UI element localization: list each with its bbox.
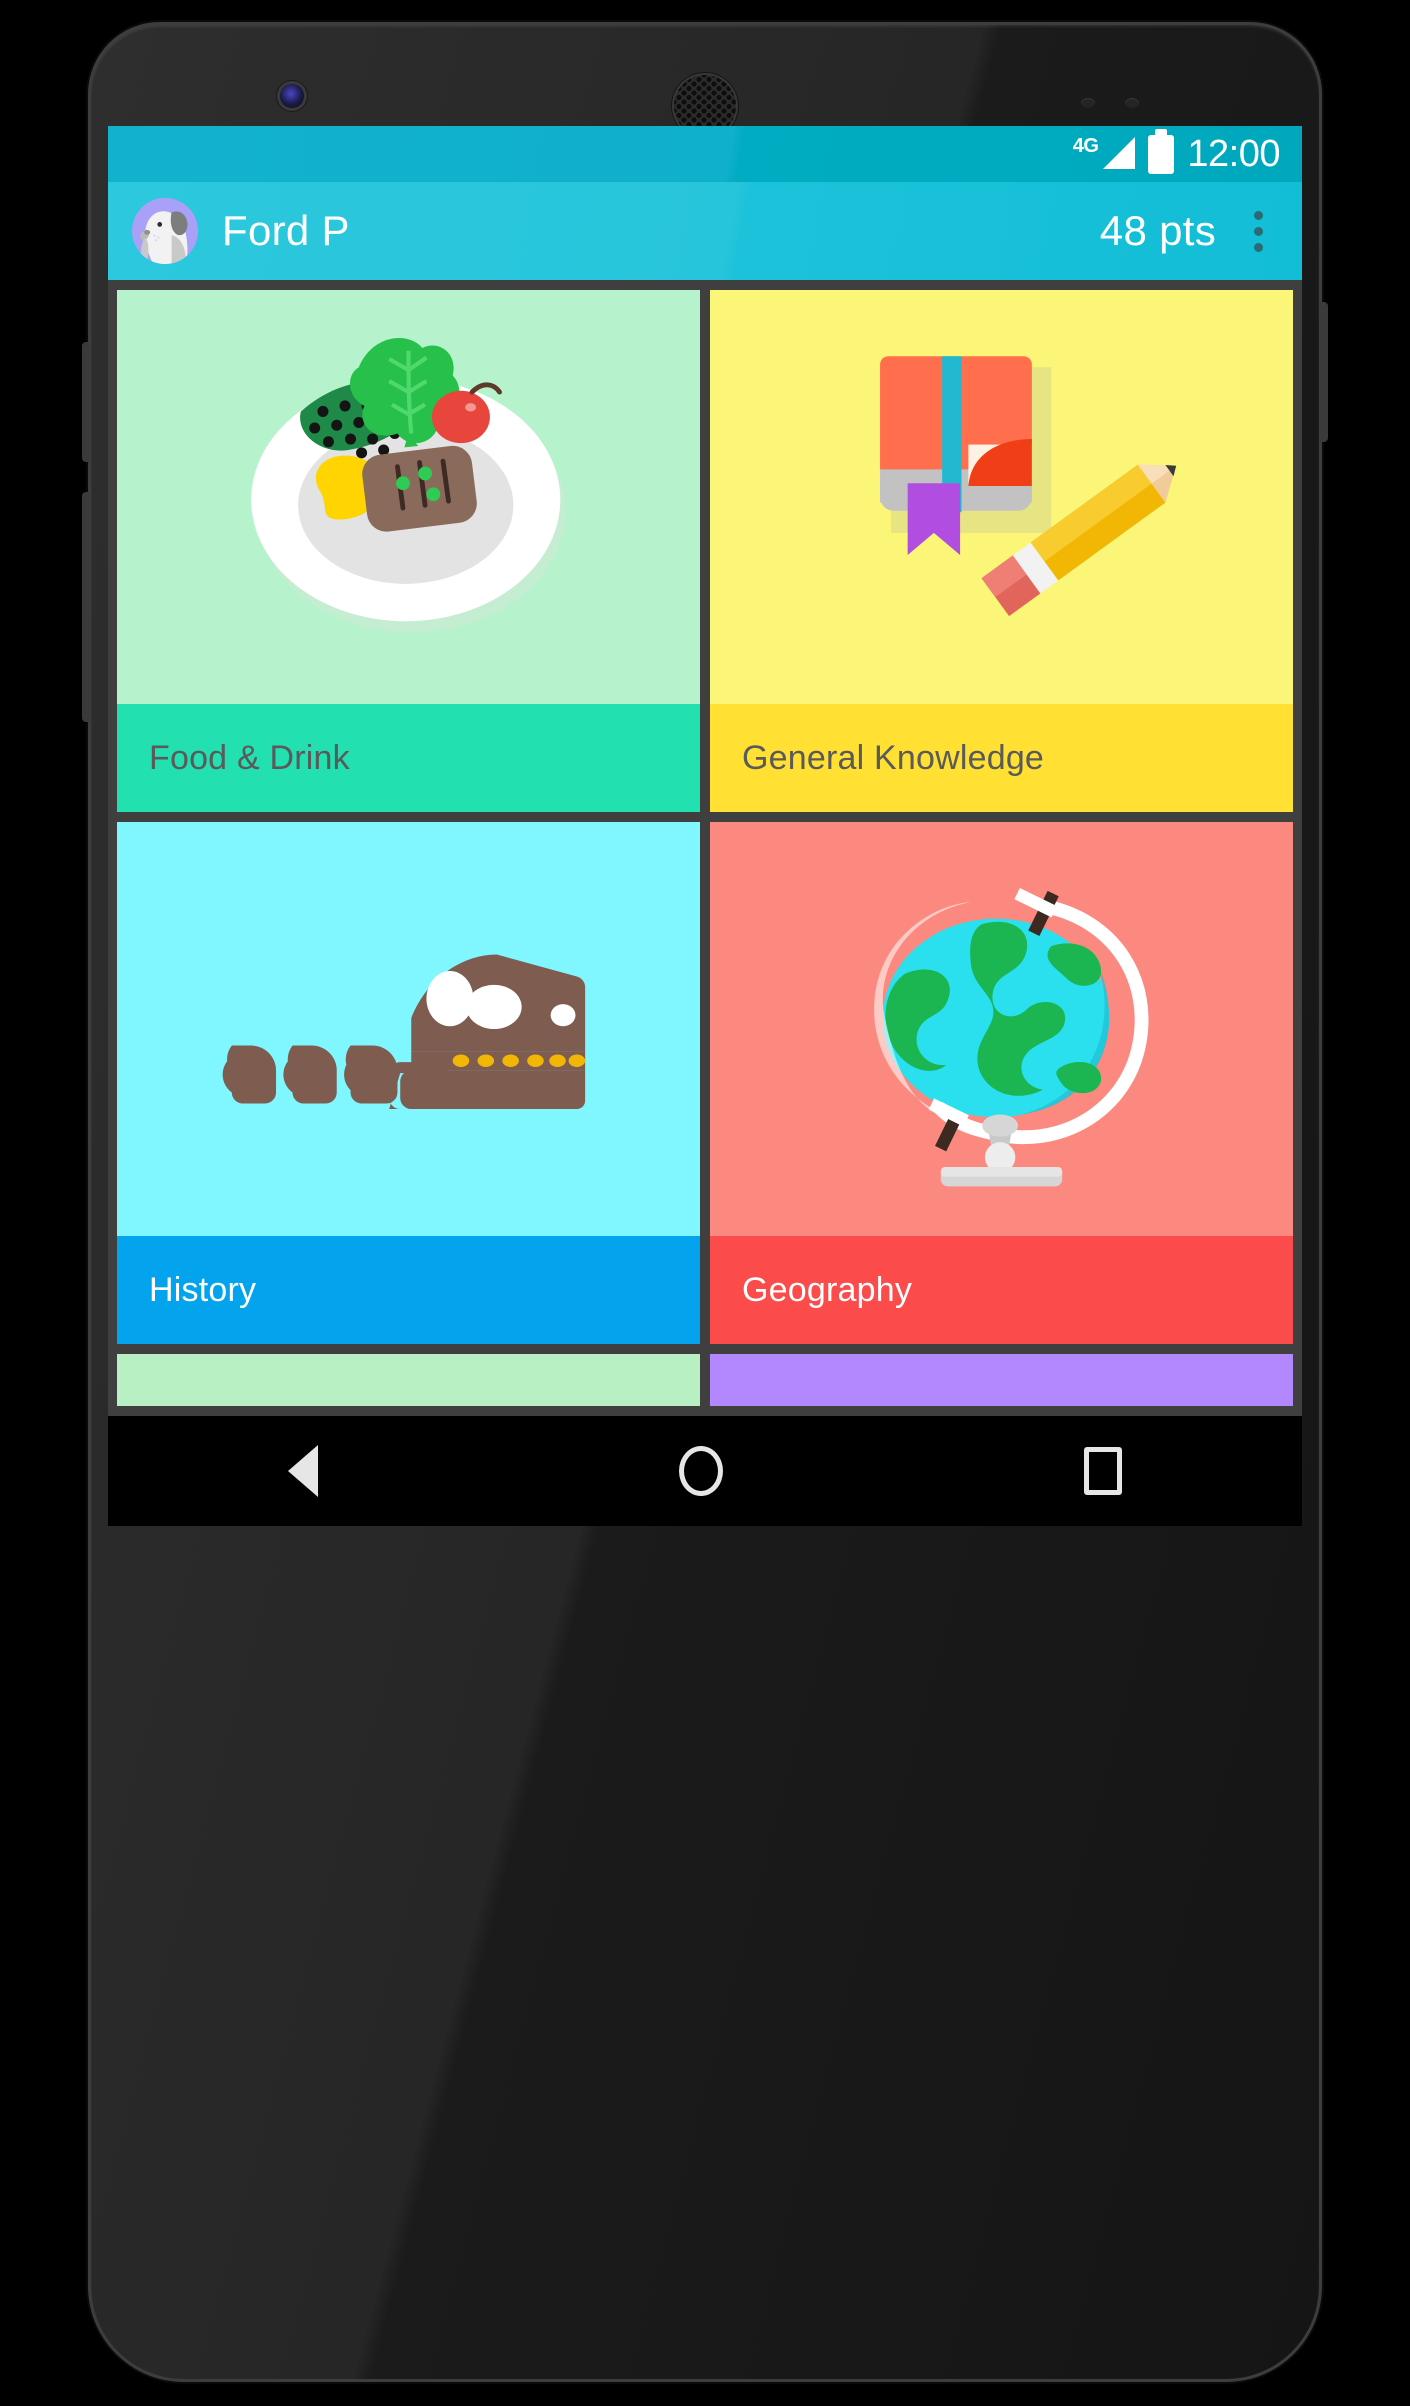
volume-down-button[interactable] (82, 492, 90, 722)
category-label-bar: History (117, 1236, 700, 1344)
category-label: General Knowledge (742, 738, 1045, 777)
overflow-menu-icon[interactable] (1236, 198, 1280, 264)
globe-on-stand-icon (710, 822, 1293, 1236)
battery-icon (1148, 134, 1175, 174)
network-type-label: 4G (1072, 135, 1099, 157)
category-tile-geography[interactable]: Geography (710, 822, 1293, 1344)
page-title: Ford P (222, 207, 350, 254)
category-tile-general-knowledge[interactable]: General Knowledge (710, 290, 1293, 812)
front-camera-icon (280, 84, 304, 108)
proximity-sensor-icon (1081, 98, 1095, 108)
category-label-bar: Food & Drink (117, 704, 700, 812)
category-label: Food & Drink (149, 738, 350, 777)
plate-of-food-icon (117, 290, 700, 704)
dinosaur-skull-icon (117, 822, 700, 1236)
status-clock: 12:00 (1187, 133, 1280, 175)
ambient-light-sensor-icon (1125, 98, 1139, 108)
volume-up-button[interactable] (82, 342, 90, 462)
category-label-bar: General Knowledge (710, 704, 1293, 812)
avatar[interactable] (132, 198, 198, 264)
app-bar: Ford P 48 pts (108, 182, 1302, 280)
book-and-pencil-icon (710, 290, 1293, 704)
category-tile-history[interactable]: History (117, 822, 700, 1344)
navigation-bar (108, 1416, 1302, 1526)
points-badge: 48 pts (1099, 207, 1216, 254)
back-button-icon[interactable] (288, 1445, 319, 1497)
power-button[interactable] (1320, 302, 1328, 442)
signal-triangle-icon (1103, 137, 1136, 169)
phone-device-frame: 4G 12:00 Ford P 48 pts Food & Drink Gene… (82, 22, 1328, 2382)
status-bar: 4G 12:00 (108, 126, 1302, 182)
category-label: History (149, 1270, 257, 1309)
category-tile-partial-right[interactable] (710, 1354, 1293, 1406)
category-label-bar: Geography (710, 1236, 1293, 1344)
home-button-icon[interactable] (678, 1446, 723, 1496)
category-label: Geography (742, 1270, 913, 1309)
category-tile-partial-left[interactable] (117, 1354, 700, 1406)
recents-button-icon[interactable] (1083, 1447, 1122, 1495)
phone-screen: 4G 12:00 Ford P 48 pts Food & Drink Gene… (108, 126, 1302, 1416)
category-tile-food-and-drink[interactable]: Food & Drink (117, 290, 700, 812)
category-grid: Food & Drink General Knowledge History G… (108, 280, 1302, 1416)
